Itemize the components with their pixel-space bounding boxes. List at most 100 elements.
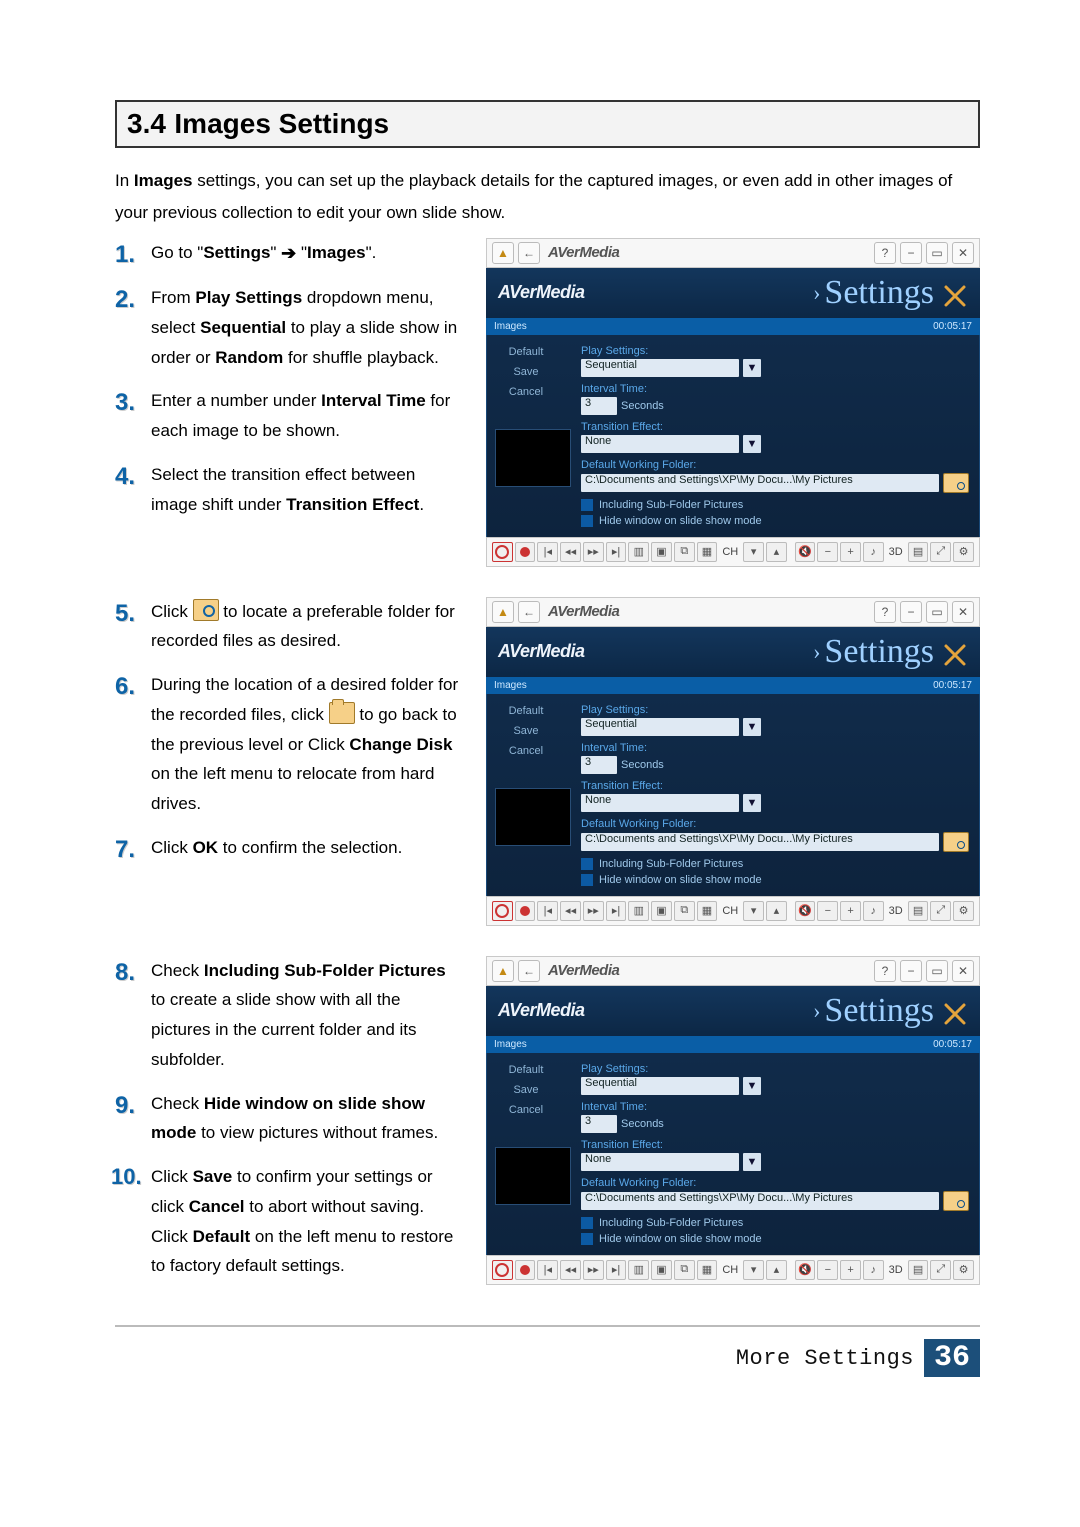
rewind-button[interactable]: ◂◂: [560, 1260, 581, 1280]
sidebar-cancel-button[interactable]: Cancel: [495, 383, 557, 401]
interval-time-input[interactable]: 3: [581, 397, 617, 415]
chevron-down-icon[interactable]: ▼: [743, 1153, 761, 1171]
skip-end-button[interactable]: ▸|: [606, 542, 627, 562]
settings-button[interactable]: ⚙: [953, 901, 974, 921]
settings-button[interactable]: ⚙: [953, 1260, 974, 1280]
include-subfolder-checkbox[interactable]: Including Sub-Folder Pictures: [581, 1217, 969, 1229]
toolbar-button[interactable]: ⤢: [930, 1260, 951, 1280]
vol-up-button[interactable]: +: [840, 1260, 861, 1280]
record-button[interactable]: [515, 1260, 536, 1280]
toolbar-button[interactable]: ⤢: [930, 542, 951, 562]
working-folder-input[interactable]: C:\Documents and Settings\XP\My Docu...\…: [581, 833, 939, 851]
interval-time-input[interactable]: 3: [581, 756, 617, 774]
transition-effect-select[interactable]: None: [581, 435, 739, 453]
toolbar-button[interactable]: ▥: [628, 1260, 649, 1280]
forward-button[interactable]: ▸▸: [583, 542, 604, 562]
toolbar-button[interactable]: ⧉: [674, 901, 695, 921]
toolbar-button[interactable]: ♪: [863, 1260, 884, 1280]
vol-down-button[interactable]: −: [817, 901, 838, 921]
chevron-down-icon[interactable]: ▼: [743, 1077, 761, 1095]
working-folder-input[interactable]: C:\Documents and Settings\XP\My Docu...\…: [581, 474, 939, 492]
close-button[interactable]: ✕: [952, 601, 974, 623]
hide-window-checkbox[interactable]: Hide window on slide show mode: [581, 874, 969, 886]
browse-button[interactable]: [943, 832, 969, 852]
toolbar-button[interactable]: ▦: [697, 542, 718, 562]
vol-down-button[interactable]: −: [817, 542, 838, 562]
sidebar-save-button[interactable]: Save: [495, 363, 557, 381]
hide-window-checkbox[interactable]: Hide window on slide show mode: [581, 1233, 969, 1245]
toolbar-button[interactable]: ⤢: [930, 901, 951, 921]
stop-button[interactable]: [492, 1260, 513, 1280]
toolbar-button[interactable]: ▣: [651, 542, 672, 562]
maximize-button[interactable]: ▭: [926, 601, 948, 623]
toolbar-button[interactable]: ▤: [908, 542, 929, 562]
toolbar-button[interactable]: ▤: [908, 1260, 929, 1280]
minimize-button[interactable]: −: [900, 242, 922, 264]
settings-button[interactable]: ⚙: [953, 542, 974, 562]
transition-effect-select[interactable]: None: [581, 794, 739, 812]
browse-button[interactable]: [943, 1191, 969, 1211]
back-button[interactable]: ←: [518, 601, 540, 623]
ch-up-button[interactable]: ▴: [766, 542, 787, 562]
mute-button[interactable]: 🔇: [795, 1260, 816, 1280]
sidebar-default-button[interactable]: Default: [495, 1061, 557, 1079]
play-settings-select[interactable]: Sequential: [581, 359, 739, 377]
forward-button[interactable]: ▸▸: [583, 1260, 604, 1280]
ch-down-button[interactable]: ▾: [743, 901, 764, 921]
maximize-button[interactable]: ▭: [926, 960, 948, 982]
rewind-button[interactable]: ◂◂: [560, 542, 581, 562]
browse-button[interactable]: [943, 473, 969, 493]
toolbar-button[interactable]: ▣: [651, 1260, 672, 1280]
hide-window-checkbox[interactable]: Hide window on slide show mode: [581, 515, 969, 527]
interval-time-input[interactable]: 3: [581, 1115, 617, 1133]
toolbar-button[interactable]: ♪: [863, 901, 884, 921]
stop-button[interactable]: [492, 901, 513, 921]
toolbar-button[interactable]: ▥: [628, 901, 649, 921]
vol-up-button[interactable]: +: [840, 542, 861, 562]
toolbar-button[interactable]: ⧉: [674, 542, 695, 562]
sidebar-default-button[interactable]: Default: [495, 343, 557, 361]
help-button[interactable]: ?: [874, 242, 896, 264]
close-button[interactable]: ✕: [952, 242, 974, 264]
ch-down-button[interactable]: ▾: [743, 1260, 764, 1280]
mute-button[interactable]: 🔇: [795, 901, 816, 921]
transition-effect-select[interactable]: None: [581, 1153, 739, 1171]
forward-button[interactable]: ▸▸: [583, 901, 604, 921]
ch-down-button[interactable]: ▾: [743, 542, 764, 562]
toolbar-button[interactable]: ▦: [697, 1260, 718, 1280]
minimize-button[interactable]: −: [900, 960, 922, 982]
record-button[interactable]: [515, 901, 536, 921]
toolbar-button[interactable]: ▦: [697, 901, 718, 921]
sidebar-default-button[interactable]: Default: [495, 702, 557, 720]
working-folder-input[interactable]: C:\Documents and Settings\XP\My Docu...\…: [581, 1192, 939, 1210]
ch-up-button[interactable]: ▴: [766, 1260, 787, 1280]
chevron-down-icon[interactable]: ▼: [743, 794, 761, 812]
skip-start-button[interactable]: |◂: [537, 1260, 558, 1280]
stop-button[interactable]: [492, 542, 513, 562]
include-subfolder-checkbox[interactable]: Including Sub-Folder Pictures: [581, 499, 969, 511]
rewind-button[interactable]: ◂◂: [560, 901, 581, 921]
skip-start-button[interactable]: |◂: [537, 901, 558, 921]
sidebar-cancel-button[interactable]: Cancel: [495, 742, 557, 760]
help-button[interactable]: ?: [874, 601, 896, 623]
minimize-button[interactable]: −: [900, 601, 922, 623]
sidebar-save-button[interactable]: Save: [495, 1081, 557, 1099]
maximize-button[interactable]: ▭: [926, 242, 948, 264]
skip-start-button[interactable]: |◂: [537, 542, 558, 562]
toolbar-button[interactable]: ♪: [863, 542, 884, 562]
vol-down-button[interactable]: −: [817, 1260, 838, 1280]
record-button[interactable]: [515, 542, 536, 562]
vol-up-button[interactable]: +: [840, 901, 861, 921]
sidebar-cancel-button[interactable]: Cancel: [495, 1101, 557, 1119]
skip-end-button[interactable]: ▸|: [606, 901, 627, 921]
play-settings-select[interactable]: Sequential: [581, 1077, 739, 1095]
mute-button[interactable]: 🔇: [795, 542, 816, 562]
play-settings-select[interactable]: Sequential: [581, 718, 739, 736]
close-button[interactable]: ✕: [952, 960, 974, 982]
chevron-down-icon[interactable]: ▼: [743, 718, 761, 736]
back-button[interactable]: ←: [518, 960, 540, 982]
skip-end-button[interactable]: ▸|: [606, 1260, 627, 1280]
help-button[interactable]: ?: [874, 960, 896, 982]
chevron-down-icon[interactable]: ▼: [743, 435, 761, 453]
toolbar-button[interactable]: ▣: [651, 901, 672, 921]
